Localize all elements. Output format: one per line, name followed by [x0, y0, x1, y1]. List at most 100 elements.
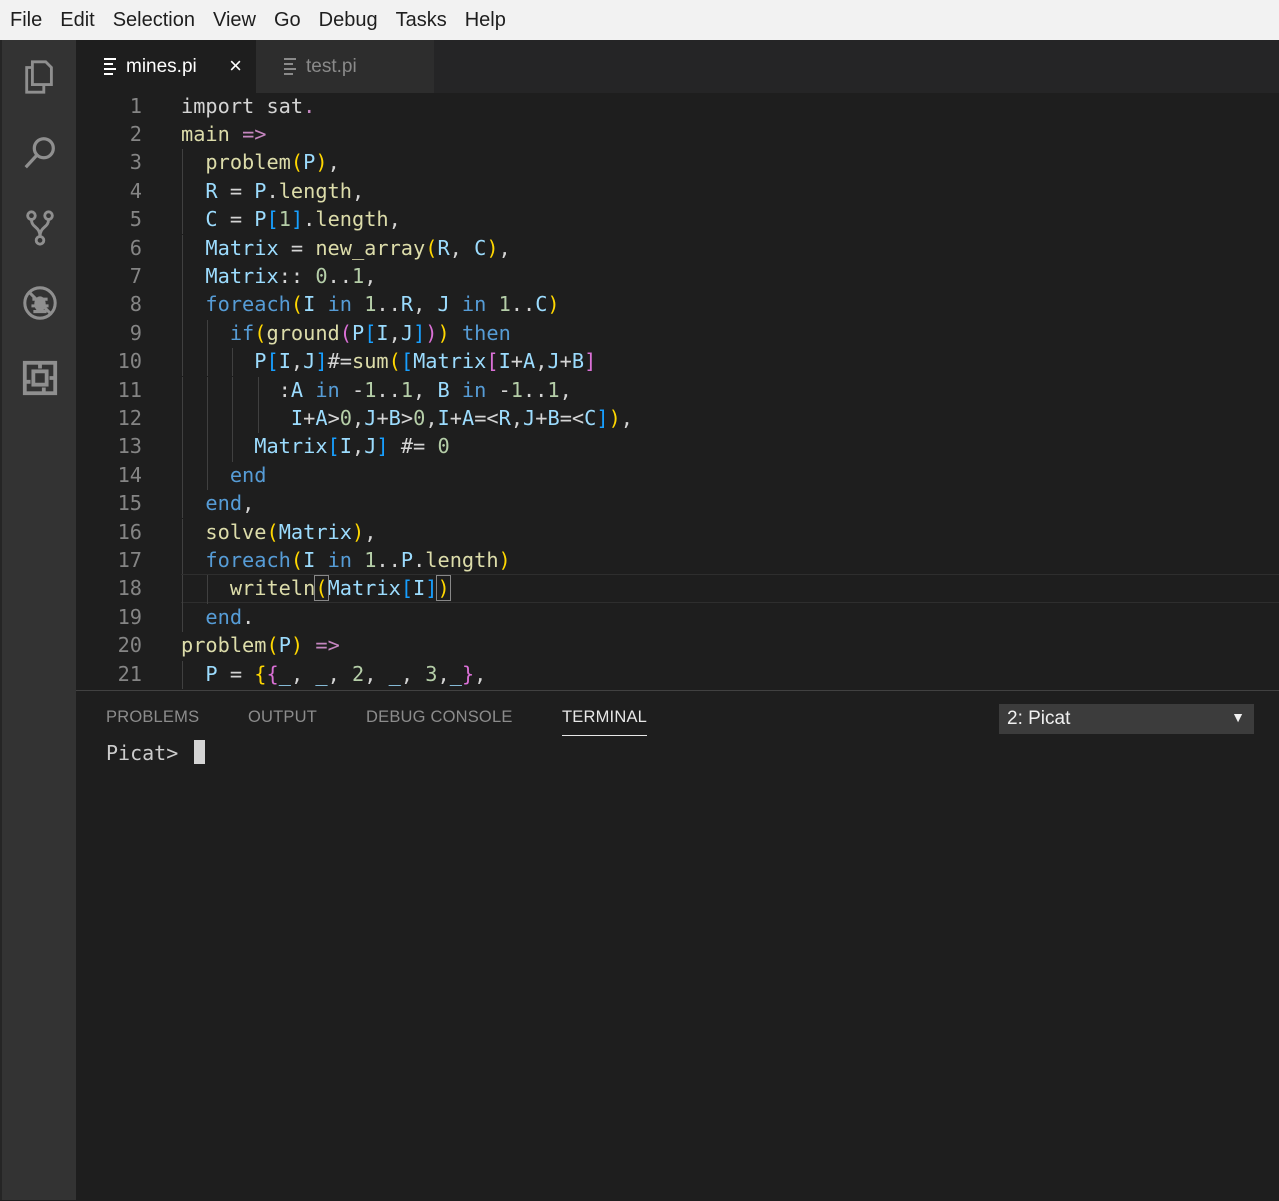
- code-token: end: [229, 462, 267, 487]
- code-line[interactable]: 16 solve(Matrix),: [76, 518, 1279, 546]
- terminal-select-value: 2: Picat: [1007, 708, 1071, 729]
- code-token: 1: [547, 377, 560, 402]
- code-token: main: [181, 121, 230, 146]
- code-token: -: [486, 377, 511, 402]
- code-token: (: [290, 547, 304, 572]
- code-token: foreach: [205, 547, 291, 572]
- code-line[interactable]: 9 if(ground(P[I,J])) then: [76, 319, 1279, 347]
- terminal-select[interactable]: 2: Picat ▼: [999, 704, 1254, 734]
- code-token: .: [413, 547, 426, 572]
- code-token: =: [217, 207, 255, 232]
- code-token: (: [290, 150, 304, 175]
- code-line[interactable]: 12 I+A>0,J+B>0,I+A=<R,J+B=<C]),: [76, 404, 1279, 432]
- code-token: ,: [449, 235, 475, 260]
- code-line[interactable]: 4 R = P.length,: [76, 177, 1279, 205]
- code-token: ): [547, 292, 560, 317]
- code-line[interactable]: 5 C = P[1].length,: [76, 205, 1279, 233]
- menu-debug[interactable]: Debug: [310, 0, 387, 40]
- tab-terminal[interactable]: TERMINAL: [562, 708, 648, 736]
- menu-edit[interactable]: Edit: [51, 0, 103, 40]
- tab-output[interactable]: OUTPUT: [248, 708, 317, 735]
- code-line[interactable]: 1 import sat.: [76, 93, 1279, 120]
- code-token: R: [498, 405, 511, 430]
- menu-selection[interactable]: Selection: [104, 0, 204, 40]
- code-token: 1: [400, 377, 414, 402]
- code-line[interactable]: 21 P = {{_, _, 2, _, 3,_},: [76, 660, 1279, 688]
- code-token: _: [449, 661, 462, 686]
- code-token: ,: [364, 263, 377, 288]
- code-line[interactable]: 18 writeln(Matrix[I]): [76, 574, 1279, 602]
- code-line[interactable]: 6 Matrix = new_array(R, C),: [76, 234, 1279, 262]
- tab-test-pi[interactable]: test.pi: [256, 40, 434, 93]
- source-control-icon[interactable]: [20, 208, 60, 248]
- menu-file[interactable]: File: [0, 0, 51, 40]
- close-icon[interactable]: ×: [229, 54, 242, 78]
- line-number: 14: [117, 462, 142, 487]
- explorer-icon[interactable]: [20, 57, 60, 97]
- code-token: I: [413, 576, 426, 601]
- code-token: 2: [352, 661, 365, 686]
- code-token: [: [327, 434, 340, 459]
- line-number: 20: [117, 633, 142, 658]
- debug-icon[interactable]: [20, 283, 60, 323]
- code-line[interactable]: 15 end,: [76, 489, 1279, 517]
- code-token: .: [303, 207, 316, 232]
- code-token: ,: [327, 150, 340, 175]
- line-number: 17: [117, 547, 142, 572]
- code-token: (: [290, 292, 304, 317]
- menu-go[interactable]: Go: [265, 0, 310, 40]
- code-token: ): [498, 547, 511, 572]
- code-text: if(ground(P[I,J])) then: [181, 319, 511, 347]
- code-line[interactable]: 2 main =>: [76, 120, 1279, 148]
- code-line[interactable]: 19 end.: [76, 603, 1279, 631]
- menu-view[interactable]: View: [204, 0, 265, 40]
- line-number: 3: [129, 150, 142, 175]
- terminal-prompt-line[interactable]: Picat>: [106, 740, 206, 765]
- code-editor[interactable]: 1 import sat. 2 main => 3 problem(P), 4 R = P…: [76, 93, 1279, 690]
- code-token: J: [523, 405, 536, 430]
- tab-mines-pi[interactable]: mines.pi ×: [76, 40, 256, 93]
- menu-help[interactable]: Help: [456, 0, 515, 40]
- code-line[interactable]: 11 :A in -1..1, B in -1..1,: [76, 376, 1279, 404]
- code-token: [: [486, 349, 499, 374]
- search-icon[interactable]: [20, 133, 60, 173]
- code-token: J: [400, 320, 414, 345]
- code-token: =: [217, 661, 255, 686]
- code-token: -: [339, 377, 365, 402]
- code-text: P = {{_, _, 2, _, 3,_},: [181, 660, 486, 688]
- code-token: in: [327, 547, 352, 572]
- code-token: ): [315, 150, 328, 175]
- code-token: ,: [437, 661, 450, 686]
- tab-debug-console[interactable]: DEBUG CONSOLE: [366, 708, 513, 735]
- code-text: Matrix = new_array(R, C),: [181, 234, 510, 262]
- code-token: I: [437, 405, 450, 430]
- code-token: P: [254, 207, 267, 232]
- tab-problems[interactable]: PROBLEMS: [106, 708, 199, 735]
- code-token: ,: [425, 405, 438, 430]
- code-token: Matrix: [413, 349, 487, 374]
- code-token: .: [242, 604, 255, 629]
- code-token: ,: [535, 349, 548, 374]
- code-token: [: [266, 207, 279, 232]
- code-token: ,: [400, 661, 426, 686]
- code-line[interactable]: 17 foreach(I in 1..P.length): [76, 546, 1279, 574]
- code-token: ,: [327, 661, 352, 686]
- code-token: J: [364, 434, 377, 459]
- code-line[interactable]: 13 Matrix[I,J] #= 0: [76, 432, 1279, 460]
- code-line[interactable]: 14 end: [76, 461, 1279, 489]
- code-token: P: [400, 547, 414, 572]
- code-token: J: [303, 349, 316, 374]
- extensions-icon[interactable]: [20, 358, 60, 398]
- code-token: ]: [425, 576, 438, 601]
- code-line[interactable]: 20 problem(P) =>: [76, 631, 1279, 659]
- code-line[interactable]: 8 foreach(I in 1..R, J in 1..C): [76, 290, 1279, 318]
- code-line[interactable]: 10 P[I,J]#=sum([Matrix[I+A,J+B]: [76, 347, 1279, 375]
- code-line[interactable]: 7 Matrix:: 0..1,: [76, 262, 1279, 290]
- code-line[interactable]: 3 problem(P),: [76, 148, 1279, 176]
- menu-tasks[interactable]: Tasks: [387, 0, 456, 40]
- code-token: in: [461, 377, 487, 402]
